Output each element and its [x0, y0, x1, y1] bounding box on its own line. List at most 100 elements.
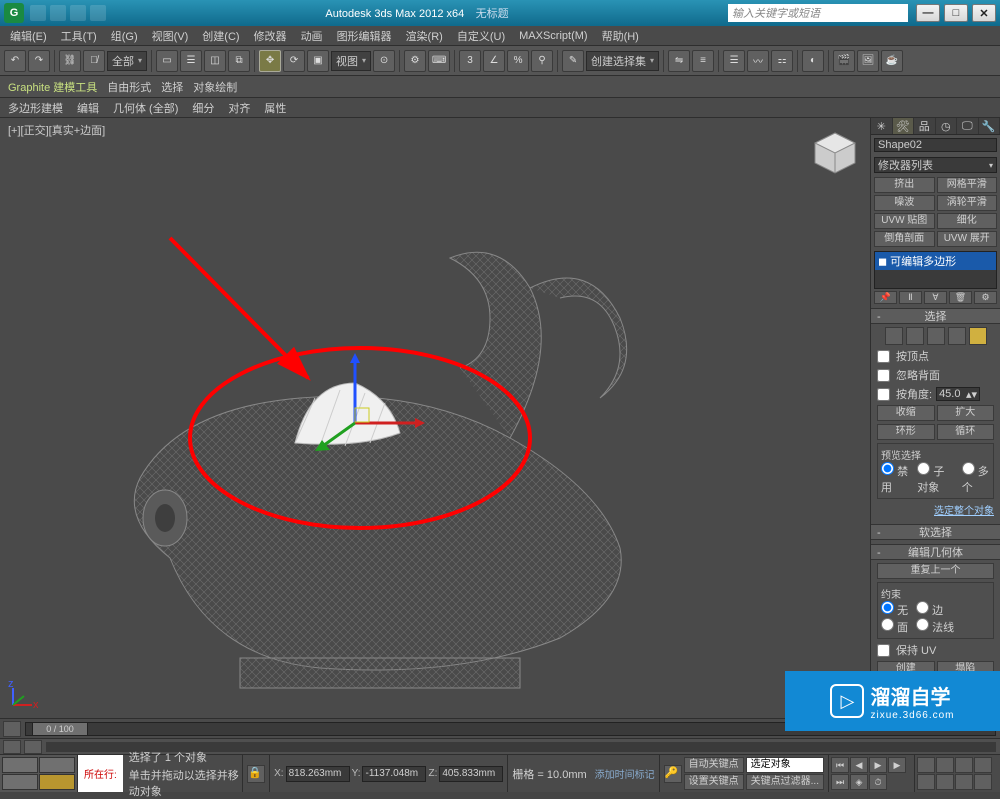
- mod-meshsmooth-button[interactable]: 网格平滑: [937, 177, 998, 193]
- select-icon[interactable]: ▭: [156, 50, 178, 72]
- shrink-button[interactable]: 收缩: [877, 405, 935, 421]
- minimize-button[interactable]: —: [916, 4, 940, 22]
- menu-help[interactable]: 帮助(H): [596, 26, 645, 46]
- undo-icon[interactable]: ↶: [4, 50, 26, 72]
- tab-modify-icon[interactable]: 🛠: [893, 118, 915, 134]
- help-search-input[interactable]: 输入关键字或短语: [728, 4, 908, 22]
- qat-undo-icon[interactable]: [70, 5, 86, 21]
- trackbar-config-icon[interactable]: [24, 740, 42, 754]
- percent-snap-icon[interactable]: %: [507, 50, 529, 72]
- grow-button[interactable]: 扩大: [937, 405, 995, 421]
- preview-multi-radio[interactable]: 多个: [962, 462, 990, 495]
- ring-button[interactable]: 环形: [877, 424, 935, 440]
- viewcube[interactable]: [810, 128, 860, 178]
- ref-coord-dropdown[interactable]: 视图: [331, 51, 371, 71]
- constraint-face-radio[interactable]: 面: [881, 618, 908, 635]
- stack-item-editable-poly[interactable]: ◼ 可编辑多边形: [875, 252, 996, 270]
- ribbon-tab-modeling[interactable]: Graphite 建模工具: [8, 79, 97, 95]
- walkthrough-icon[interactable]: [974, 774, 992, 790]
- menu-create[interactable]: 创建(C): [196, 26, 245, 46]
- render-setup-icon[interactable]: 🎬: [833, 50, 855, 72]
- selection-filter-dropdown[interactable]: 全部: [107, 51, 147, 71]
- setkey-toggle[interactable]: 设置关键点: [684, 774, 744, 790]
- set-key-icon[interactable]: 🔑: [664, 765, 682, 783]
- subobj-element-icon[interactable]: [969, 327, 987, 345]
- modifier-stack[interactable]: ◼ 可编辑多边形: [874, 251, 997, 289]
- material-editor-icon[interactable]: ◐: [802, 50, 824, 72]
- subobj-edge-icon[interactable]: [906, 327, 924, 345]
- show-end-icon[interactable]: Ⅱ: [899, 291, 922, 304]
- tab-utilities-icon[interactable]: 🔧: [979, 118, 1000, 134]
- ribbon-subdiv[interactable]: 细分: [192, 100, 214, 116]
- select-region-icon[interactable]: ◫: [204, 50, 226, 72]
- ribbon-geometry[interactable]: 几何体 (全部): [113, 100, 178, 116]
- layers-icon[interactable]: ☰: [723, 50, 745, 72]
- viewport[interactable]: [+][正交][真实+边面]: [0, 118, 870, 718]
- menu-tools[interactable]: 工具(T): [55, 26, 103, 46]
- close-button[interactable]: ✕: [972, 4, 996, 22]
- curve-editor-icon[interactable]: 〰: [747, 50, 769, 72]
- mod-uvwmap-button[interactable]: UVW 贴图: [874, 213, 935, 229]
- ignore-backfacing-checkbox[interactable]: 忽略背面: [877, 367, 994, 383]
- key-filters-button[interactable]: 关键点过滤器...: [746, 774, 824, 790]
- angle-snap-icon[interactable]: ∠: [483, 50, 505, 72]
- ribbon-poly-modeling[interactable]: 多边形建模: [8, 100, 63, 116]
- ribbon-tab-freeform[interactable]: 自由形式: [107, 79, 151, 95]
- next-frame-icon[interactable]: ▶: [888, 757, 906, 773]
- preview-disable-radio[interactable]: 禁用: [881, 462, 909, 495]
- ribbon-tab-selection[interactable]: 选择: [161, 79, 183, 95]
- schematic-icon[interactable]: ⚏: [771, 50, 793, 72]
- key-target-dropdown[interactable]: 选定对象: [746, 757, 824, 773]
- zoom-icon[interactable]: [955, 757, 973, 773]
- mini-viewport-layout[interactable]: [0, 755, 78, 792]
- link-icon[interactable]: ⛓: [59, 50, 81, 72]
- coord-y-input[interactable]: -1137.048m: [362, 766, 426, 782]
- edit-named-sel-icon[interactable]: ✎: [562, 50, 584, 72]
- move-icon[interactable]: ✥: [259, 50, 281, 72]
- mod-unwrap-button[interactable]: UVW 展开: [937, 231, 998, 247]
- zoom-all-icon[interactable]: [974, 757, 992, 773]
- mod-tessellate-button[interactable]: 细化: [937, 213, 998, 229]
- add-time-tag-button[interactable]: 添加时间标记: [591, 755, 659, 792]
- goto-end-icon[interactable]: ⏭: [831, 774, 849, 790]
- redo-icon[interactable]: ↷: [28, 50, 50, 72]
- remove-mod-icon[interactable]: 🗑: [949, 291, 972, 304]
- menu-customize[interactable]: 自定义(U): [451, 26, 511, 46]
- align-icon[interactable]: ≡: [692, 50, 714, 72]
- menu-views[interactable]: 视图(V): [146, 26, 195, 46]
- manipulate-icon[interactable]: ⚙: [404, 50, 426, 72]
- render-icon[interactable]: ☕: [881, 50, 903, 72]
- rotate-icon[interactable]: ⟳: [283, 50, 305, 72]
- menu-animation[interactable]: 动画: [295, 26, 329, 46]
- coord-z-input[interactable]: 405.833mm: [439, 766, 503, 782]
- ribbon-tab-paint[interactable]: 对象绘制: [193, 79, 237, 95]
- rollout-softsel-header[interactable]: 软选择: [871, 524, 1000, 540]
- play-icon[interactable]: ▶: [869, 757, 887, 773]
- rollout-selection-header[interactable]: 选择: [871, 308, 1000, 324]
- ribbon-edit[interactable]: 编辑: [77, 100, 99, 116]
- time-thumb[interactable]: 0 / 100: [32, 722, 88, 736]
- subobj-border-icon[interactable]: [927, 327, 945, 345]
- arc-rotate-icon[interactable]: [936, 757, 954, 773]
- maximize-button[interactable]: □: [944, 4, 968, 22]
- rollout-editgeo-header[interactable]: 编辑几何体: [871, 544, 1000, 560]
- named-sel-dropdown[interactable]: 创建选择集: [586, 51, 659, 71]
- modifier-list-dropdown[interactable]: 修改器列表: [874, 157, 997, 173]
- autokey-toggle[interactable]: 自动关键点: [684, 757, 744, 773]
- tab-motion-icon[interactable]: ◷: [936, 118, 958, 134]
- spinner-snap-icon[interactable]: ⚲: [531, 50, 553, 72]
- lock-sel-icon[interactable]: 🔒: [247, 765, 265, 783]
- prev-frame-icon[interactable]: ◀: [850, 757, 868, 773]
- scale-icon[interactable]: ▣: [307, 50, 329, 72]
- mod-turbosmooth-button[interactable]: 涡轮平滑: [937, 195, 998, 211]
- by-angle-checkbox[interactable]: [877, 388, 890, 401]
- qat-redo-icon[interactable]: [90, 5, 106, 21]
- repeat-last-button[interactable]: 重复上一个: [877, 563, 994, 579]
- goto-start-icon[interactable]: ⏮: [831, 757, 849, 773]
- unique-icon[interactable]: ∀: [924, 291, 947, 304]
- subobj-polygon-icon[interactable]: [948, 327, 966, 345]
- key-mode-icon[interactable]: ◈: [850, 774, 868, 790]
- coord-x-input[interactable]: 818.263mm: [286, 766, 350, 782]
- menu-grapheditors[interactable]: 图形编辑器: [331, 26, 398, 46]
- trackbar-toggle-icon[interactable]: [3, 740, 21, 754]
